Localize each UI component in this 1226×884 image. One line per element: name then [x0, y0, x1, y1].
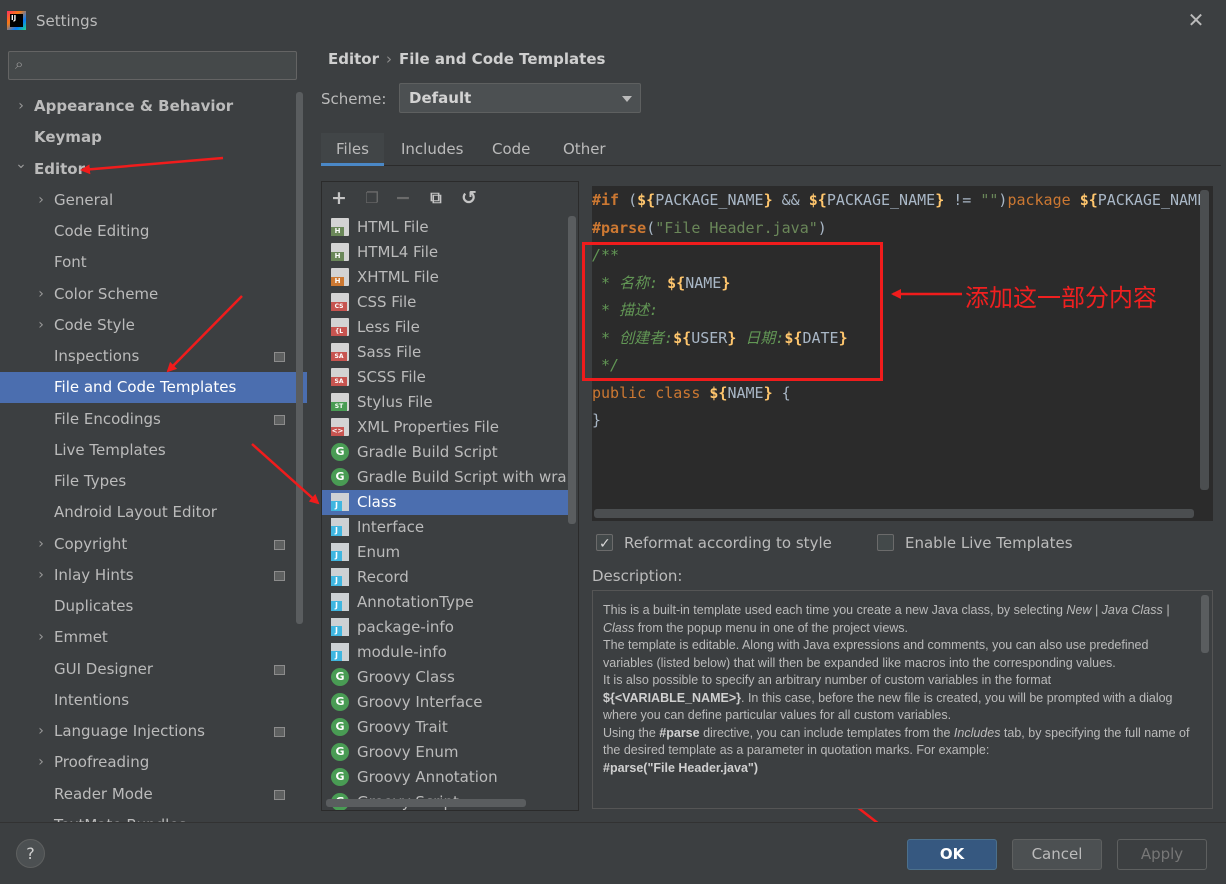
help-button[interactable]: ? — [16, 839, 45, 868]
ok-button[interactable]: OK — [907, 839, 997, 870]
annotation-arrow-editor — [80, 156, 224, 175]
desc-p1c: from the popup menu in one of the projec… — [634, 620, 909, 635]
reformat-checkbox-box[interactable] — [596, 533, 613, 555]
dialog-button-bar: ? OK Cancel Apply — [0, 822, 1226, 884]
desc-p4d: Includes — [953, 725, 1001, 740]
cancel-button[interactable]: Cancel — [1012, 839, 1102, 870]
desc-p5: #parse("File Header.java") — [603, 760, 758, 775]
desc-p2: The template is editable. Along with Jav… — [603, 638, 1149, 670]
annotation-text: 添加这一部分内容 — [965, 284, 1157, 312]
desc-p4b: #parse — [659, 725, 700, 740]
reformat-checkbox[interactable]: Reformat according to style — [596, 532, 836, 555]
description-box: This is a built-in template used each ti… — [592, 590, 1213, 809]
description-text: This is a built-in template used each ti… — [603, 602, 1193, 777]
live-templates-checkbox-label: Enable Live Templates — [905, 534, 1073, 552]
annotation-arrow-templates — [166, 295, 243, 373]
description-scrollbar[interactable] — [1201, 595, 1209, 653]
description-label: Description: — [592, 567, 683, 585]
desc-p3b: ${<VARIABLE_NAME>} — [603, 690, 742, 705]
annotation-arrow-class — [251, 443, 320, 505]
reformat-checkbox-label: Reformat according to style — [624, 534, 832, 552]
desc-p4c: directive, you can include templates fro… — [699, 725, 954, 740]
apply-button[interactable]: Apply — [1117, 839, 1207, 870]
desc-p4a: Using the — [603, 725, 660, 740]
desc-p3a: It is also possible to specify an arbitr… — [603, 673, 1052, 687]
desc-p1a: This is a built-in template used each ti… — [603, 603, 1067, 617]
live-templates-checkbox[interactable]: Enable Live Templates — [877, 532, 1077, 554]
live-templates-checkbox-box[interactable] — [877, 534, 894, 551]
